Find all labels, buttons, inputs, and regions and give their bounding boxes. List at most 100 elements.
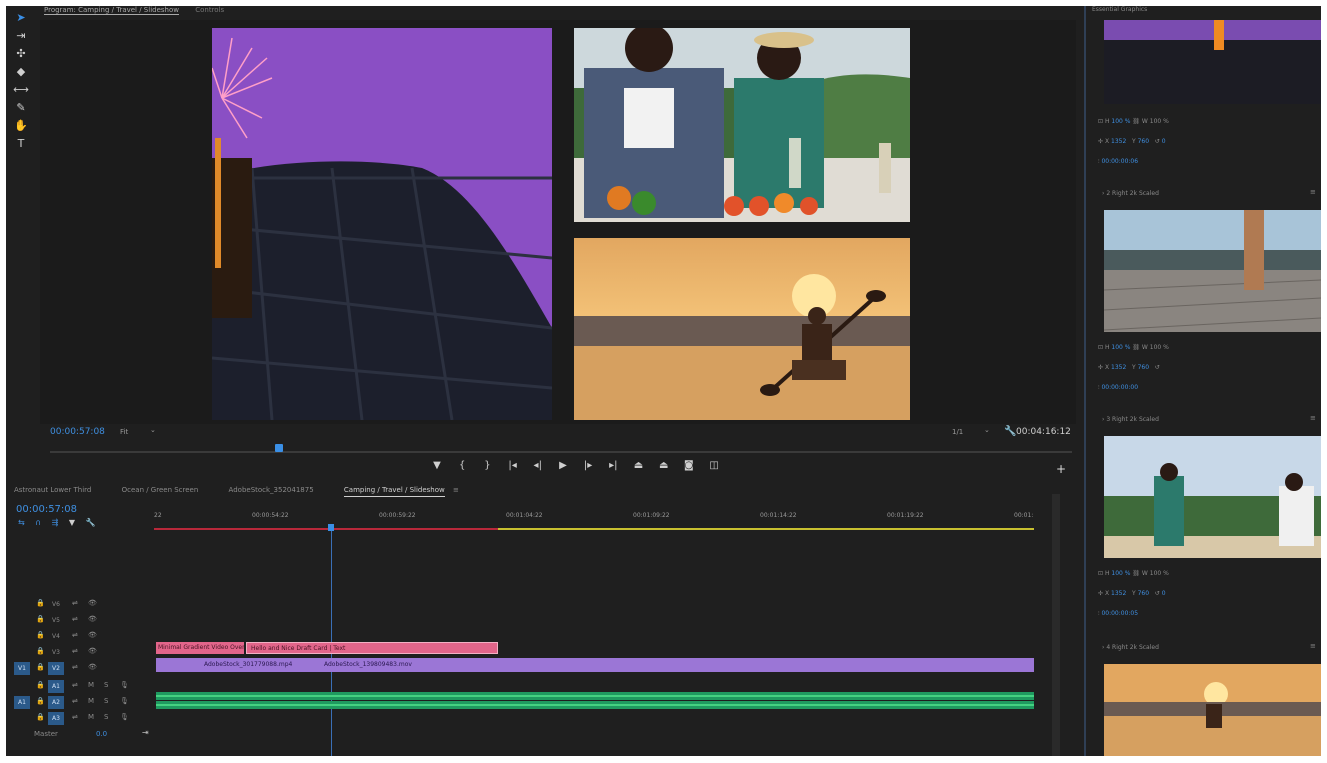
timeline-clip-audio[interactable]	[156, 701, 1034, 709]
scrubber-track[interactable]	[50, 451, 1072, 453]
rotation-value[interactable]: 0	[1162, 138, 1166, 145]
track-name[interactable]: V5	[48, 614, 64, 627]
hand-tool-icon[interactable]: ✋	[12, 118, 30, 134]
comparison-view-icon[interactable]: ◫	[703, 460, 725, 471]
tab-sequence-2[interactable]: Ocean / Green Screen	[122, 486, 199, 494]
add-marker-icon[interactable]: ▼	[426, 460, 448, 471]
mute-icon[interactable]: M	[88, 681, 94, 689]
timeline-clip-video[interactable]: AdobeStock_301779088.mp4 AdobeStock_1398…	[156, 658, 1034, 672]
lift-icon[interactable]: ⏏	[628, 460, 650, 471]
play-icon[interactable]: ▶	[552, 460, 574, 471]
eye-icon[interactable]: 👁	[88, 631, 97, 639]
eye-icon[interactable]: 👁	[88, 647, 97, 655]
sync-lock-icon[interactable]: ⇌	[72, 599, 78, 607]
lock-icon[interactable]: 🔒	[36, 631, 45, 639]
section-header[interactable]: › 2 Right 2k Scaled	[1102, 190, 1159, 197]
scale-width-value[interactable]: 100 %	[1150, 344, 1169, 351]
add-button-icon[interactable]: +	[1056, 462, 1066, 476]
position-x-value[interactable]: 1352	[1111, 590, 1126, 597]
track-name[interactable]: V3	[48, 646, 64, 659]
timeline-clip-graphic[interactable]: Hello and Nice Draft Card | Text	[246, 642, 498, 654]
lock-icon[interactable]: 🔒	[36, 599, 45, 607]
tab-sequence-4[interactable]: Camping / Travel / Slideshow	[343, 486, 445, 497]
position-y-value[interactable]: 760	[1138, 590, 1149, 597]
eye-icon[interactable]: 👁	[88, 663, 97, 671]
graphic-thumbnail-1[interactable]	[1104, 20, 1321, 104]
timeline-playhead-handle[interactable]	[328, 524, 334, 531]
timeline-settings-wrench-icon[interactable]: 🔧	[86, 518, 96, 527]
link-icon[interactable]: ⛓	[1132, 118, 1140, 125]
timeline-timecode[interactable]: 00:00:57:08	[16, 504, 77, 515]
sync-lock-icon[interactable]: ⇌	[72, 697, 78, 705]
program-scrubber[interactable]	[46, 444, 1076, 458]
rotation-value[interactable]: 0	[1162, 590, 1166, 597]
mute-icon[interactable]: M	[88, 697, 94, 705]
position-x-value[interactable]: 1352	[1111, 138, 1126, 145]
tab-controls[interactable]: Controls	[195, 6, 224, 14]
go-to-out-icon[interactable]: ▸|	[602, 460, 624, 471]
lock-icon[interactable]: 🔒	[36, 713, 45, 721]
scale-height-value[interactable]: 100 %	[1111, 118, 1130, 125]
snap-icon[interactable]: ∩	[35, 518, 41, 527]
sync-lock-icon[interactable]: ⇌	[72, 647, 78, 655]
solo-icon[interactable]: S	[104, 713, 108, 721]
graphic-thumbnail-2[interactable]	[1104, 210, 1321, 332]
step-back-icon[interactable]: ◂|	[527, 460, 549, 471]
menu-icon[interactable]: ≡	[1310, 642, 1316, 650]
section-header[interactable]: › 4 Right 2k Scaled	[1102, 644, 1159, 651]
solo-icon[interactable]: S	[104, 681, 108, 689]
solo-icon[interactable]: S	[104, 697, 108, 705]
lock-icon[interactable]: 🔒	[36, 615, 45, 623]
sync-lock-icon[interactable]: ⇌	[72, 631, 78, 639]
sync-lock-icon[interactable]: ⇌	[72, 681, 78, 689]
timeline-vertical-scrollbar[interactable]	[1052, 494, 1060, 756]
go-to-end-icon[interactable]: ⇥	[142, 728, 149, 737]
timeline-clip-graphic[interactable]: Minimal Gradient Video Overlay	[156, 642, 244, 654]
track-name[interactable]: A1	[48, 680, 64, 693]
master-volume[interactable]: 0.0	[96, 730, 107, 738]
chevron-down-icon[interactable]: ⌄	[984, 426, 990, 434]
tab-sequence-1[interactable]: Astronaut Lower Third	[14, 486, 91, 494]
mic-icon[interactable]: 🎙	[120, 681, 129, 689]
slip-tool-icon[interactable]: ⟷	[12, 82, 30, 98]
pen-tool-icon[interactable]: ✎	[12, 100, 30, 116]
linked-selection-icon[interactable]: ⇶	[52, 518, 59, 527]
track-name[interactable]: A3	[48, 712, 64, 725]
tab-sequence-3[interactable]: AdobeStock_352041875	[229, 486, 314, 494]
source-patch[interactable]: V1	[14, 662, 30, 675]
section-header[interactable]: › 3 Right 2k Scaled	[1102, 416, 1159, 423]
sync-lock-icon[interactable]: ⇌	[72, 663, 78, 671]
menu-icon[interactable]: ≡	[1310, 414, 1316, 422]
program-playhead-timecode[interactable]: 00:00:57:08	[50, 427, 105, 437]
export-frame-icon[interactable]: ◙	[678, 460, 700, 471]
mark-out-icon[interactable]: }	[476, 460, 498, 471]
graphic-thumbnail-4[interactable]	[1104, 664, 1321, 756]
time-value[interactable]: 00:00:00:00	[1101, 384, 1138, 391]
graphic-thumbnail-3[interactable]	[1104, 436, 1321, 558]
scale-width-value[interactable]: 100 %	[1150, 570, 1169, 577]
program-monitor-video[interactable]	[40, 20, 1076, 424]
track-name[interactable]: V4	[48, 630, 64, 643]
fit-dropdown[interactable]: Fit	[120, 428, 128, 436]
extract-icon[interactable]: ⏏	[653, 460, 675, 471]
timeline-clip-audio[interactable]	[156, 692, 1034, 700]
resolution-dropdown[interactable]: 1/1	[952, 428, 963, 436]
tab-menu-icon[interactable]: ≡	[453, 486, 459, 494]
position-y-value[interactable]: 760	[1138, 138, 1149, 145]
chevron-down-icon[interactable]: ⌄	[150, 426, 156, 434]
add-marker-icon[interactable]: ▼	[69, 518, 75, 527]
nest-toggle-icon[interactable]: ⇆	[18, 518, 25, 527]
scale-height-value[interactable]: 100 %	[1111, 570, 1130, 577]
track-select-tool-icon[interactable]: ⇥	[12, 28, 30, 44]
eye-icon[interactable]: 👁	[88, 599, 97, 607]
tab-program[interactable]: Program: Camping / Travel / Slideshow	[44, 6, 179, 15]
link-icon[interactable]: ⛓	[1132, 344, 1140, 351]
time-value[interactable]: 00:00:00:06	[1101, 158, 1138, 165]
sync-lock-icon[interactable]: ⇌	[72, 615, 78, 623]
mic-icon[interactable]: 🎙	[120, 697, 129, 705]
menu-icon[interactable]: ≡	[1310, 188, 1316, 196]
track-name[interactable]: A2	[48, 696, 64, 709]
type-tool-icon[interactable]: T	[12, 136, 30, 152]
scale-width-value[interactable]: 100 %	[1150, 118, 1169, 125]
razor-tool-icon[interactable]: ◆	[12, 64, 30, 80]
